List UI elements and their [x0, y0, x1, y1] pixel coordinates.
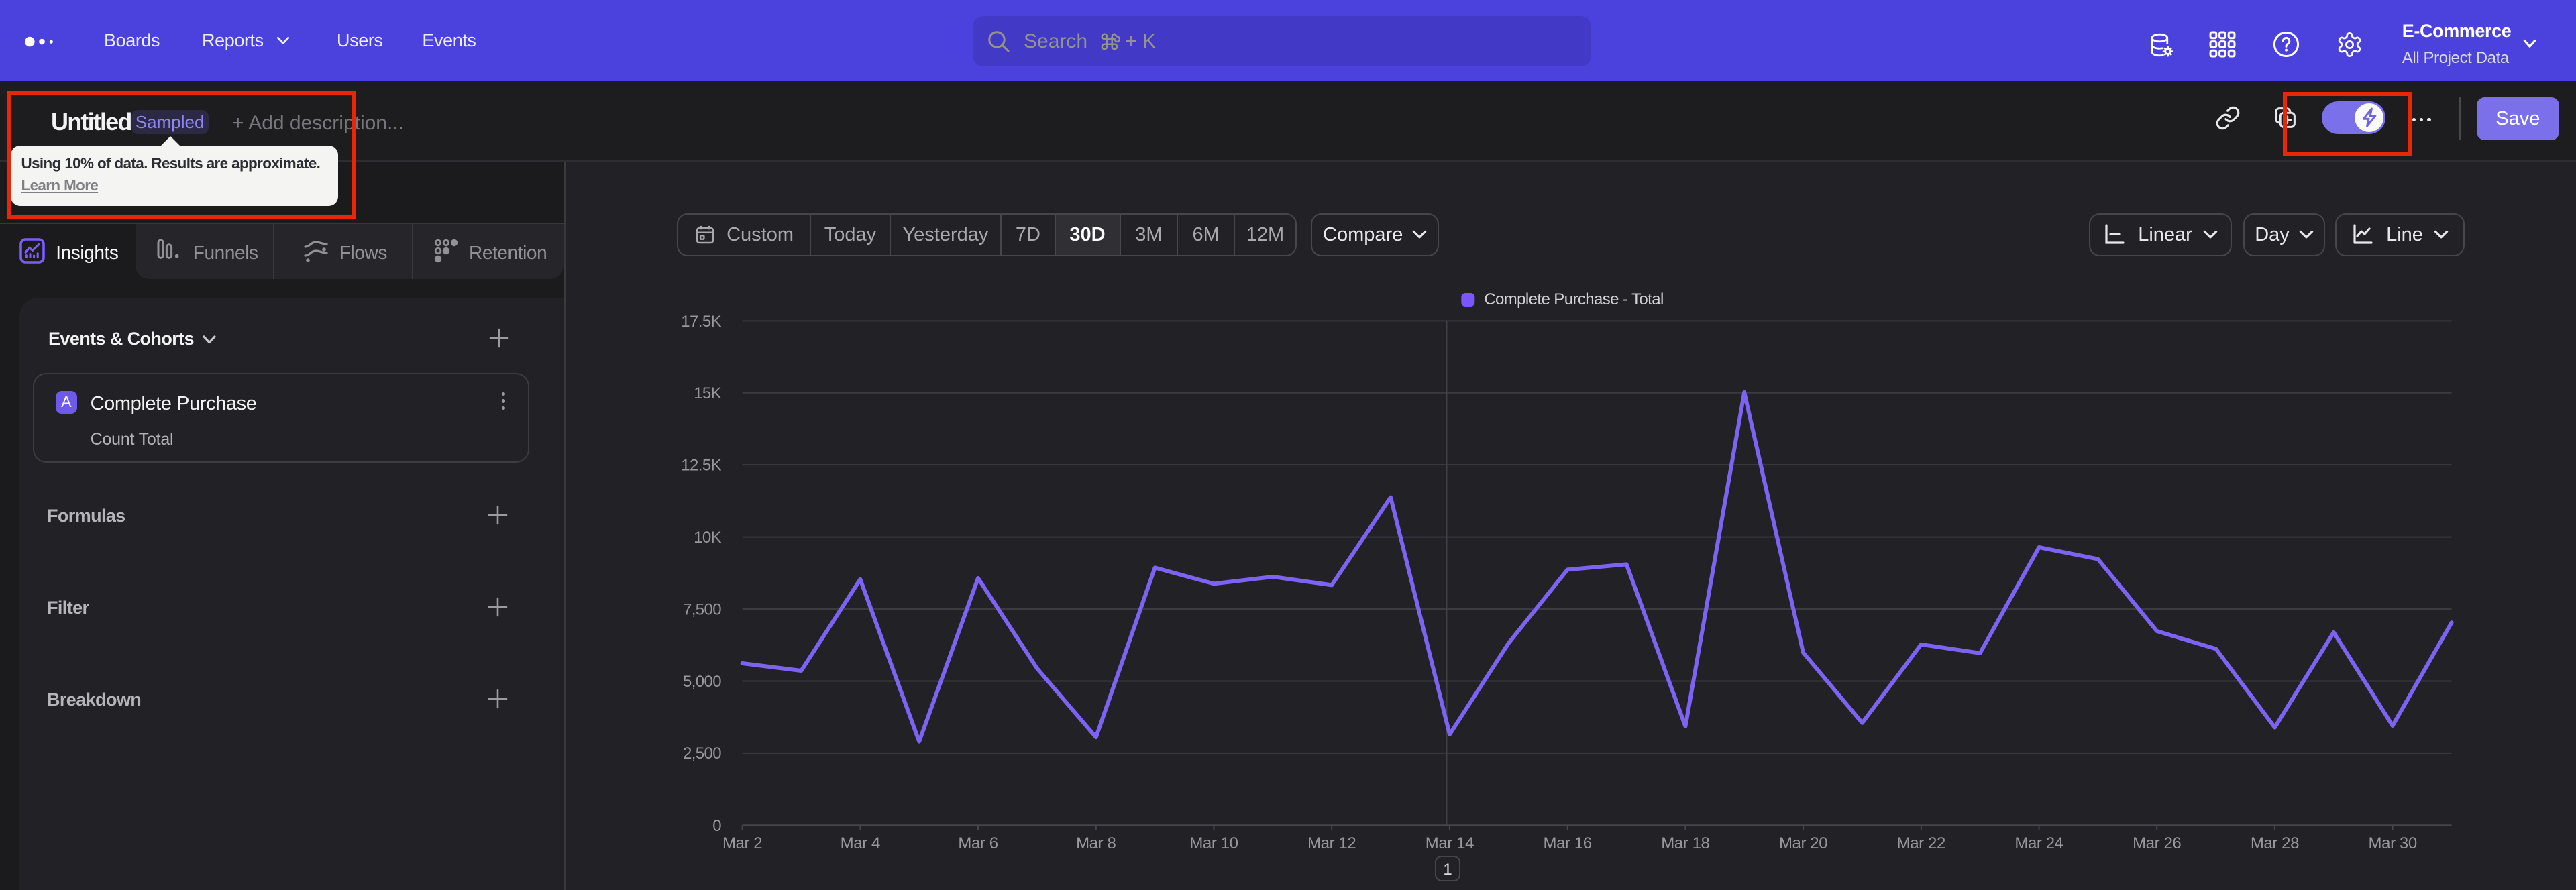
svg-text:Mar 4: Mar 4 — [841, 834, 880, 852]
svg-text:17.5K: 17.5K — [681, 312, 721, 330]
svg-text:12.5K: 12.5K — [681, 456, 721, 474]
svg-text:10K: 10K — [694, 529, 721, 547]
svg-text:Mar 8: Mar 8 — [1076, 834, 1116, 852]
svg-text:0: 0 — [712, 816, 721, 834]
svg-text:2,500: 2,500 — [683, 744, 721, 763]
svg-text:Mar 12: Mar 12 — [1307, 834, 1356, 852]
svg-text:Mar 2: Mar 2 — [722, 834, 762, 852]
svg-text:Mar 28: Mar 28 — [2251, 834, 2299, 852]
svg-text:Mar 16: Mar 16 — [1544, 834, 1592, 852]
svg-text:15K: 15K — [694, 384, 721, 402]
svg-text:7,500: 7,500 — [683, 600, 721, 618]
svg-text:Mar 20: Mar 20 — [1779, 834, 1827, 852]
svg-text:Mar 10: Mar 10 — [1189, 834, 1238, 852]
svg-text:Mar 30: Mar 30 — [2369, 834, 2417, 852]
svg-text:Mar 6: Mar 6 — [958, 834, 998, 852]
svg-text:Mar 18: Mar 18 — [1661, 834, 1709, 852]
svg-text:Mar 14: Mar 14 — [1426, 834, 1474, 852]
svg-text:Mar 24: Mar 24 — [2015, 834, 2063, 852]
svg-text:5,000: 5,000 — [683, 672, 721, 690]
svg-text:Mar 22: Mar 22 — [1897, 834, 1945, 852]
svg-text:Mar 26: Mar 26 — [2133, 834, 2181, 852]
